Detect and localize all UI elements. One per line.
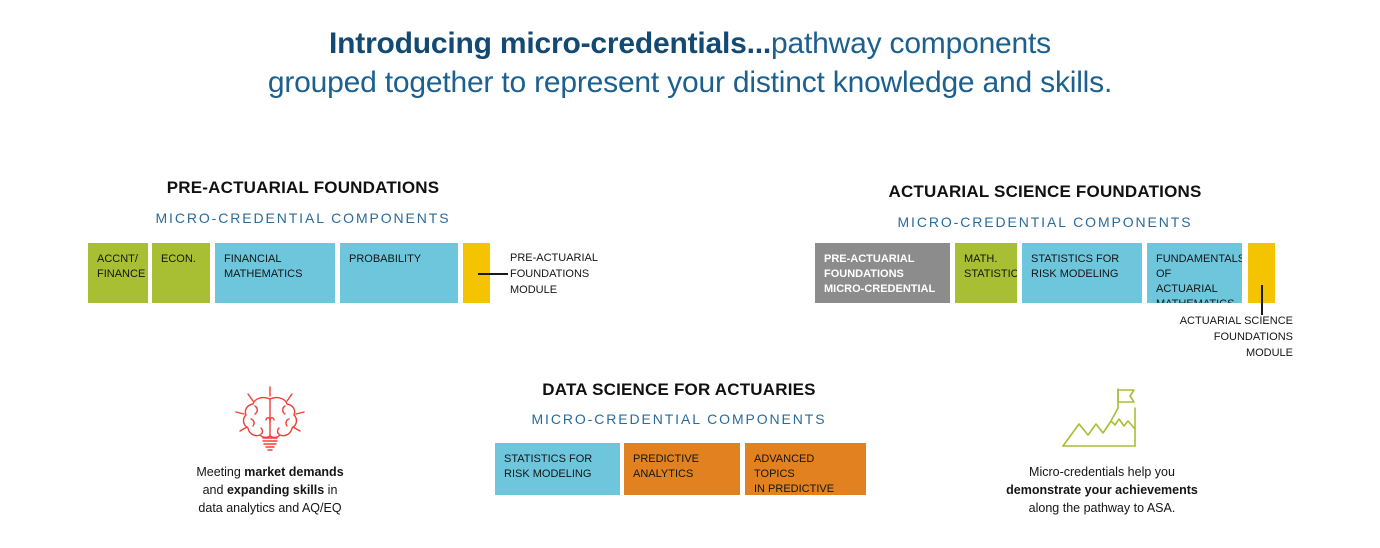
page-title: Introducing micro-credentials...pathway …	[0, 24, 1380, 102]
caption-line-1: Meeting market demands	[170, 463, 370, 481]
block-label: FUNDAMENTALS OF ACTUARIAL MATHEMATICS	[1156, 253, 1242, 303]
block-label: PROBABILITY	[349, 253, 422, 265]
section-title-actuarial-science-foundations: ACTUARIAL SCIENCE FOUNDATIONS	[888, 182, 1202, 201]
block-label: PRE-ACTUARIAL FOUNDATIONS MICRO-CREDENTI…	[824, 253, 936, 295]
block-financial-mathematics[interactable]: FINANCIAL MATHEMATICS	[215, 243, 335, 303]
section-title-data-science-for-actuaries: DATA SCIENCE FOR ACTUARIES	[542, 380, 816, 399]
block-label: ACCNT/ FINANCE	[97, 253, 146, 280]
caption-bold: demonstrate your achievements	[1006, 483, 1198, 498]
callout-caption-demonstrate-achievements: Micro-credentials help you demonstrate y…	[992, 463, 1212, 517]
section-title-pre-actuarial-foundations: PRE-ACTUARIAL FOUNDATIONS	[166, 178, 440, 197]
caption-line-3: data analytics and AQ/EQ	[198, 501, 342, 516]
caption-line-2: and expanding skills in	[170, 481, 370, 499]
callout-demonstrate-achievements: Micro-credentials help you demonstrate y…	[992, 386, 1212, 517]
module-label-actuarial-science-foundations: ACTUARIAL SCIENCE FOUNDATIONS MODULE	[1179, 315, 1293, 359]
caption-plain: and	[202, 483, 227, 498]
caption-plain: in	[324, 483, 338, 498]
block-label: ADVANCED TOPICS IN PREDICTIVE ANALYTICS	[754, 453, 835, 495]
caption-bold: market demands	[244, 465, 344, 479]
block-advanced-topics-in-predictive-analytics[interactable]: ADVANCED TOPICS IN PREDICTIVE ANALYTICS	[745, 443, 866, 495]
section-subtitle-pre-actuarial-foundations: MICRO-CREDENTIAL COMPONENTS	[155, 210, 451, 226]
block-econ[interactable]: ECON.	[152, 243, 210, 303]
block-accnt-finance[interactable]: ACCNT/ FINANCE	[88, 243, 148, 303]
infographic-canvas: Introducing micro-credentials...pathway …	[0, 0, 1380, 548]
callout-caption-market-demands: Meeting market demands and expanding ski…	[170, 463, 370, 517]
block-statistics-for-risk-modeling-dsa[interactable]: STATISTICS FOR RISK MODELING	[495, 443, 620, 495]
block-probability[interactable]: PROBABILITY	[340, 243, 458, 303]
page-title-line-1: Introducing micro-credentials...pathway …	[0, 24, 1380, 63]
block-label: FINANCIAL MATHEMATICS	[224, 253, 303, 280]
block-label: STATISTICS FOR RISK MODELING	[504, 453, 593, 480]
block-label: STATISTICS FOR RISK MODELING	[1031, 253, 1120, 280]
block-label: ECON.	[161, 253, 196, 265]
connector-pre-actuarial-module	[478, 273, 508, 275]
block-statistics-for-risk-modeling-asf[interactable]: STATISTICS FOR RISK MODELING	[1022, 243, 1142, 303]
connector-actuarial-science-module	[1261, 285, 1263, 315]
brain-lightbulb-icon	[170, 386, 370, 457]
caption-line-3: along the pathway to ASA.	[1028, 501, 1176, 516]
callout-market-demands: Meeting market demands and expanding ski…	[170, 386, 370, 517]
mountain-flag-icon	[992, 386, 1212, 457]
block-fundamentals-of-actuarial-mathematics[interactable]: FUNDAMENTALS OF ACTUARIAL MATHEMATICS	[1147, 243, 1242, 303]
page-title-emphasis: Introducing micro-credentials...	[329, 27, 772, 60]
block-label: MATH. STATISTICS	[964, 253, 1017, 280]
caption-line-2: demonstrate your achievements	[992, 481, 1212, 499]
section-subtitle-actuarial-science-foundations: MICRO-CREDENTIAL COMPONENTS	[897, 214, 1193, 230]
caption-line-1: Micro-credentials help you	[1029, 465, 1175, 479]
page-title-rest: pathway components	[771, 27, 1051, 60]
page-title-line-2: grouped together to represent your disti…	[267, 66, 1113, 99]
block-predictive-analytics[interactable]: PREDICTIVE ANALYTICS	[624, 443, 740, 495]
block-math-statistics[interactable]: MATH. STATISTICS	[955, 243, 1017, 303]
caption-plain: Meeting	[196, 465, 245, 479]
section-subtitle-data-science-for-actuaries: MICRO-CREDENTIAL COMPONENTS	[531, 411, 827, 427]
block-pre-actuarial-foundations-micro-credential[interactable]: PRE-ACTUARIAL FOUNDATIONS MICRO-CREDENTI…	[815, 243, 950, 303]
caption-bold: expanding skills	[226, 483, 325, 498]
block-label: PREDICTIVE ANALYTICS	[633, 453, 700, 480]
module-label-pre-actuarial-foundations: PRE-ACTUARIAL FOUNDATIONS MODULE	[510, 252, 599, 296]
